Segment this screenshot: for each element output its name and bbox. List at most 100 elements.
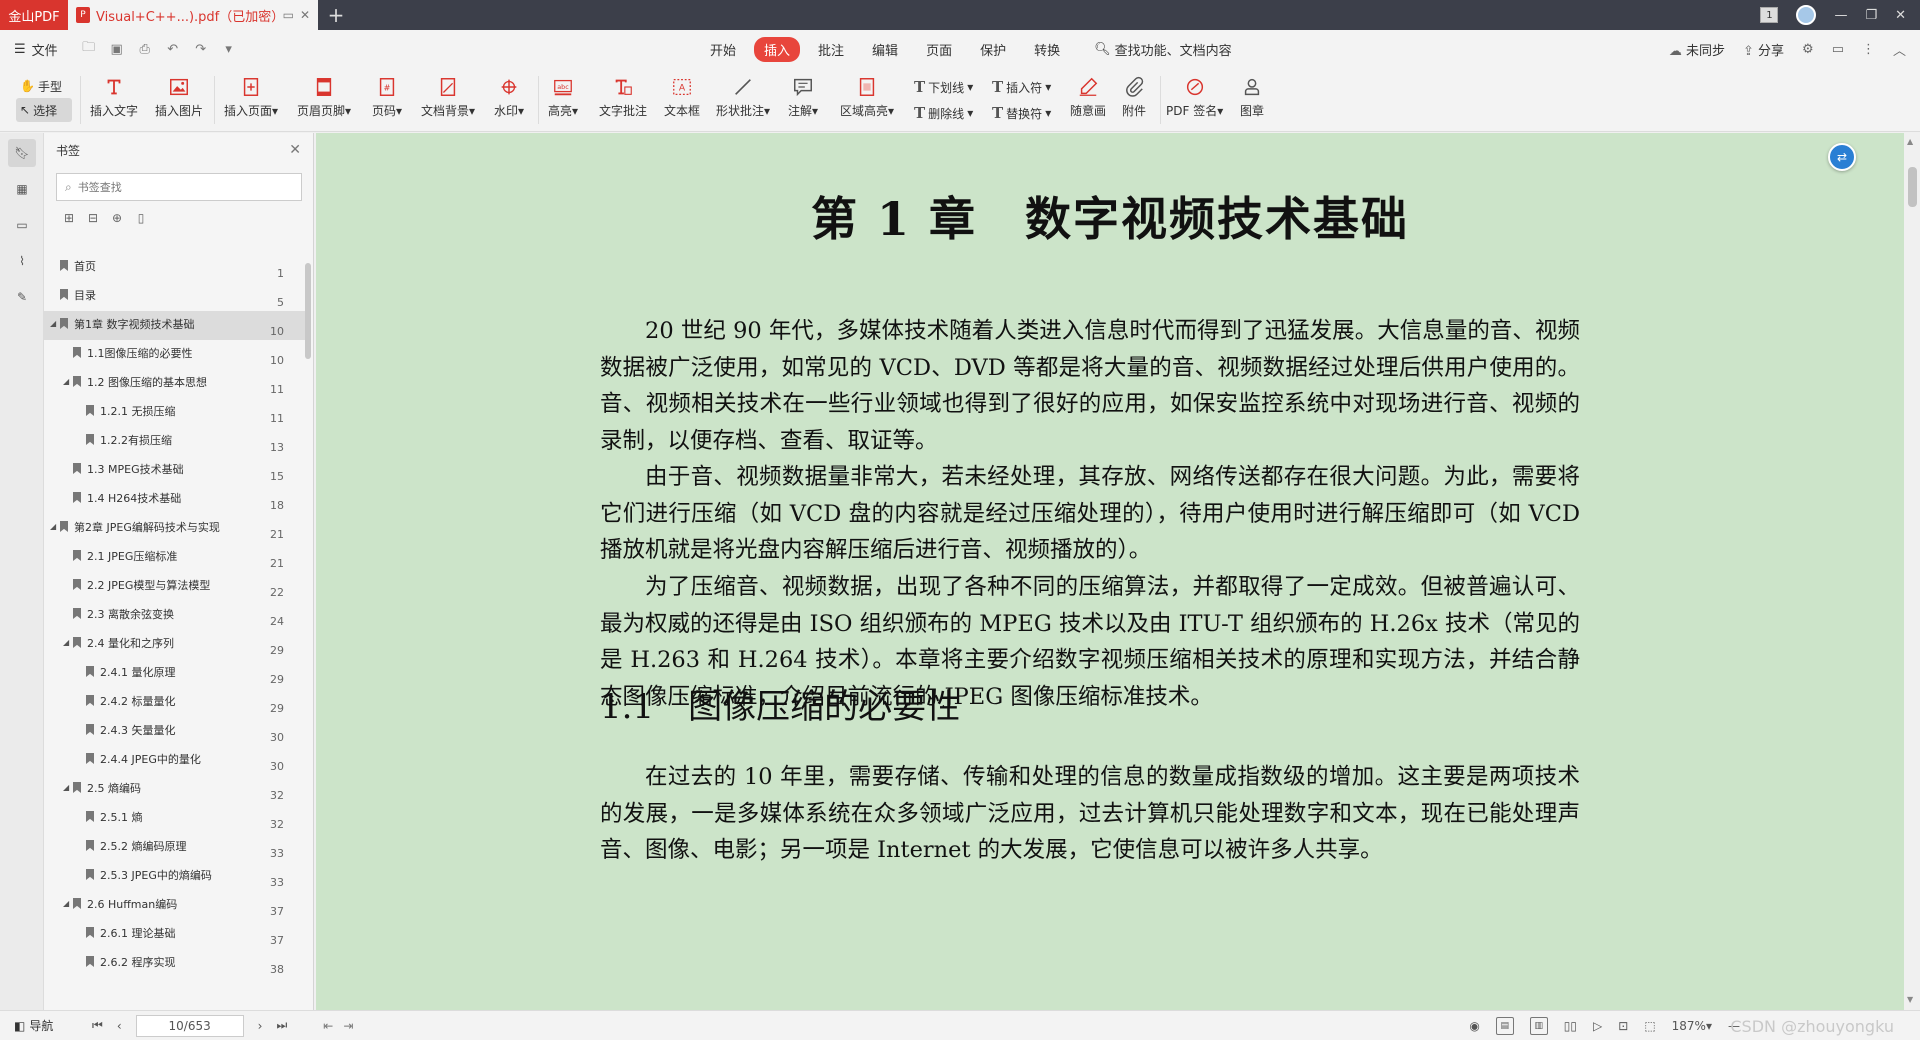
insert-page-button[interactable]: 插入页面▾ — [224, 74, 278, 119]
bookmark-item[interactable]: 2.5.3 JPEG中的熵编码 33 — [44, 862, 306, 891]
caret-button[interactable]: T 插入符 ▾ — [992, 78, 1051, 96]
bookmark-item[interactable]: 2.6.1 理论基础 37 — [44, 920, 306, 949]
customize-dropdown-icon[interactable]: ▾ — [218, 42, 240, 57]
back-view-icon[interactable]: ⇤ — [323, 1019, 333, 1033]
tab-edit[interactable]: 编辑 — [862, 37, 908, 62]
hand-tool-button[interactable]: ✋ 手型 — [16, 74, 72, 98]
collapse-arrow-icon[interactable]: ◢ — [63, 638, 73, 647]
bookmark-search[interactable]: ⌕ — [56, 173, 302, 201]
bookmark-item[interactable]: 2.4.2 标量量化 29 — [44, 688, 306, 717]
close-icon[interactable]: ✕ — [289, 142, 301, 158]
undo-icon[interactable]: ↶ — [162, 42, 184, 57]
watermark-button[interactable]: 水印▾ — [494, 74, 524, 119]
tab-start[interactable]: 开始 — [700, 37, 746, 62]
window-count-badge[interactable]: 1 — [1760, 7, 1779, 23]
forward-view-icon[interactable]: ⇥ — [343, 1019, 353, 1033]
bookmark-item[interactable]: 1.2.1 无损压缩 11 — [44, 398, 306, 427]
attachment-button[interactable]: 附件 — [1122, 74, 1146, 119]
document-scrollbar[interactable]: ▲ ▼ — [1904, 133, 1920, 1010]
more-icon[interactable]: ⋮ — [1862, 42, 1875, 57]
page-number-button[interactable]: # 页码▾ — [372, 74, 402, 119]
bookmark-item[interactable]: ◢ 2.5 熵编码 32 — [44, 775, 306, 804]
app-tab[interactable]: 金山PDF — [0, 0, 68, 30]
expand-all-icon[interactable]: ⊞ — [62, 211, 76, 225]
bookmark-item[interactable]: 首页 1 — [44, 253, 306, 282]
area-highlight-button[interactable]: 区域高亮▾ — [840, 74, 894, 119]
fit-width-icon[interactable]: ⊡ — [1618, 1019, 1628, 1033]
sync-button[interactable]: ☁ 未同步 — [1669, 40, 1725, 59]
bookmark-item[interactable]: ◢ 第2章 JPEG编解码技术与实现 21 — [44, 514, 306, 543]
bookmark-item[interactable]: 2.1 JPEG压缩标准 21 — [44, 543, 306, 572]
bookmark-item[interactable]: 2.4.3 矢量量化 30 — [44, 717, 306, 746]
collapse-arrow-icon[interactable]: ◢ — [63, 783, 73, 792]
eye-care-icon[interactable]: ◉ — [1469, 1019, 1479, 1033]
bookmark-item[interactable]: 2.4.4 JPEG中的量化 30 — [44, 746, 306, 775]
underline-button[interactable]: T 下划线 ▾ — [914, 78, 973, 96]
collapse-arrow-icon[interactable]: ◢ — [63, 899, 73, 908]
bookmark-panel-icon[interactable]: 🔖︎ — [8, 139, 36, 167]
bookmark-item[interactable]: 1.1图像压缩的必要性 10 — [44, 340, 306, 369]
collapse-ribbon-icon[interactable]: ︿ — [1893, 40, 1906, 59]
play-icon[interactable]: ▷ — [1593, 1019, 1602, 1033]
print-icon[interactable]: ⎙ — [134, 42, 156, 57]
highlight-button[interactable]: abc 高亮▾ — [548, 74, 578, 119]
bookmark-item[interactable]: 2.2 JPEG模型与算法模型 22 — [44, 572, 306, 601]
textbox-button[interactable]: A 文本框 — [664, 74, 700, 119]
avatar[interactable] — [1796, 5, 1817, 25]
bookmark-item[interactable]: 1.2.2有损压缩 13 — [44, 427, 306, 456]
annotation-button[interactable]: 注解▾ — [788, 74, 818, 119]
document-tab[interactable]: P Visual+C++...).pdf（已加密） ▭ ✕ — [68, 0, 318, 30]
insert-text-button[interactable]: 插入文字 — [90, 74, 138, 119]
fit-page-icon[interactable]: ⬚ — [1644, 1019, 1655, 1033]
minimize-button[interactable]: — — [1834, 8, 1847, 23]
scrollbar-thumb[interactable] — [1908, 167, 1917, 207]
bookmark-item[interactable]: 2.4.1 量化原理 29 — [44, 659, 306, 688]
zoom-select[interactable]: 187%▾ — [1672, 1019, 1712, 1033]
bookmark-icon[interactable]: ▯ — [134, 211, 148, 225]
attachment-panel-icon[interactable]: ⌇ — [8, 247, 36, 275]
redo-icon[interactable]: ↷ — [190, 42, 212, 57]
page-number-input[interactable] — [135, 1014, 244, 1037]
restore-button[interactable]: ❐ — [1865, 8, 1877, 23]
signature-panel-icon[interactable]: ✎ — [8, 283, 36, 311]
thumbnail-panel-icon[interactable]: ▦ — [8, 175, 36, 203]
bookmark-item[interactable]: ◢ 1.2 图像压缩的基本思想 11 — [44, 369, 306, 398]
tab-comment[interactable]: 批注 — [808, 37, 854, 62]
bookmark-item[interactable]: 2.3 离散余弦变换 24 — [44, 601, 306, 630]
tab-protect[interactable]: 保护 — [970, 37, 1016, 62]
bookmark-item[interactable]: 1.4 H264技术基础 18 — [44, 485, 306, 514]
bookmark-item[interactable]: 2.6.2 程序实现 38 — [44, 949, 306, 978]
close-window-button[interactable]: ✕ — [1895, 8, 1906, 23]
tab-insert[interactable]: 插入 — [754, 36, 801, 62]
bookmark-item[interactable]: ◢ 2.4 量化和之序列 29 — [44, 630, 306, 659]
scroll-up-icon[interactable]: ▲ — [1907, 137, 1913, 146]
tab-page[interactable]: 页面 — [916, 37, 962, 62]
bookmark-item[interactable]: ◢ 2.6 Huffman编码 37 — [44, 891, 306, 920]
single-page-icon[interactable]: ▤ — [1495, 1017, 1514, 1035]
strikethrough-button[interactable]: T 删除线 ▾ — [914, 104, 973, 122]
first-page-icon[interactable]: ⏮ — [92, 1018, 103, 1033]
shape-comment-button[interactable]: 形状批注▾ — [716, 74, 770, 119]
share-button[interactable]: ⇪ 分享 — [1743, 40, 1784, 59]
doc-background-button[interactable]: 文档背景▾ — [421, 74, 475, 119]
feature-search[interactable]: 🔍︎ 查找功能、文档内容 — [1094, 40, 1232, 59]
bookmark-item[interactable]: 2.5.1 熵 32 — [44, 804, 306, 833]
text-comment-button[interactable]: 文字批注 — [599, 74, 647, 119]
tab-pin-icon[interactable]: ▭ — [283, 8, 294, 22]
collapse-all-icon[interactable]: ⊟ — [86, 211, 100, 225]
open-folder-icon[interactable]: 🗀 — [78, 38, 100, 60]
bookmark-search-input[interactable] — [77, 180, 278, 194]
navigation-toggle[interactable]: ◧ 导航 — [0, 1017, 86, 1034]
convert-float-button[interactable]: ⇄ — [1828, 143, 1856, 171]
insert-image-button[interactable]: 插入图片 — [155, 74, 203, 119]
freehand-button[interactable]: 随意画 — [1070, 74, 1106, 119]
bookmark-item[interactable]: 2.5.2 熵编码原理 33 — [44, 833, 306, 862]
prev-page-icon[interactable]: ‹ — [117, 1019, 122, 1033]
tab-close-icon[interactable]: ✕ — [300, 8, 310, 22]
pdf-sign-button[interactable]: PDF 签名▾ — [1166, 74, 1223, 119]
settings-icon[interactable]: ⚙ — [1802, 42, 1814, 57]
bookmark-scrollbar[interactable] — [305, 263, 311, 359]
collapse-arrow-icon[interactable]: ◢ — [63, 377, 73, 386]
continuous-page-icon[interactable]: ▥ — [1529, 1017, 1548, 1035]
bookmark-item[interactable]: 1.3 MPEG技术基础 15 — [44, 456, 306, 485]
